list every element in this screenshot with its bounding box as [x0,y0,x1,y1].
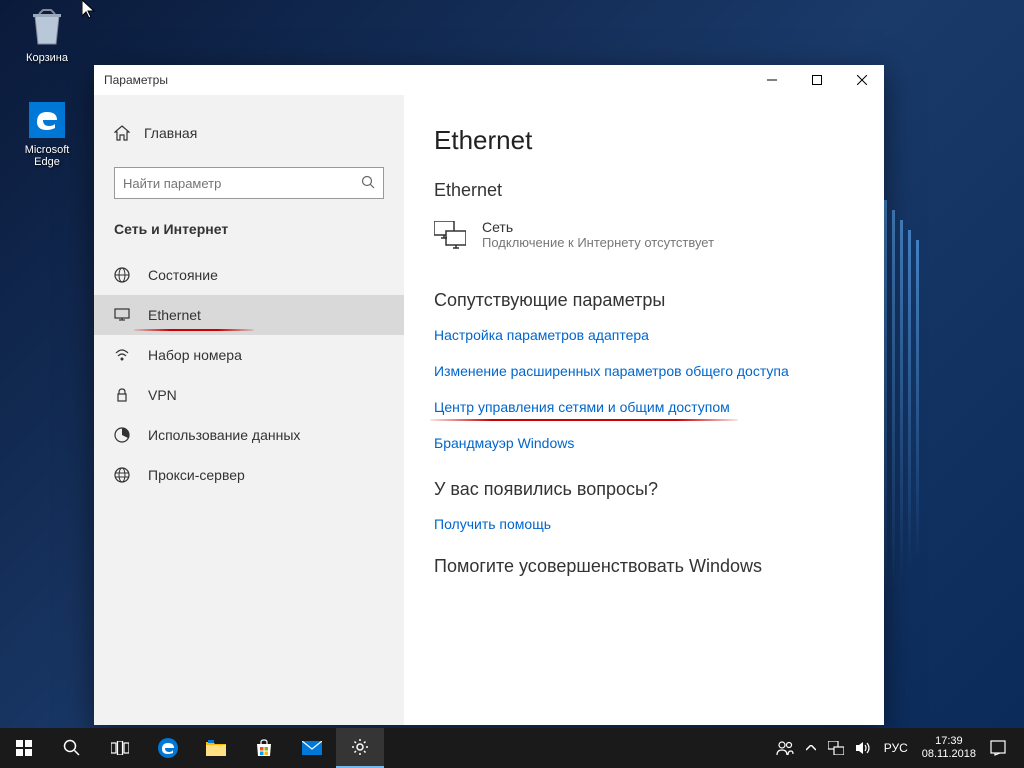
settings-window: Параметры Главная Сеть и Интернет [94,65,884,725]
date: 08.11.2018 [922,748,976,761]
taskbar-settings[interactable] [336,728,384,768]
network-name: Сеть [482,219,714,235]
proxy-icon [114,467,130,483]
sidebar-item-data-usage[interactable]: Использование данных [94,415,404,455]
annotation-underline [430,419,738,421]
tray-network-icon[interactable] [822,728,850,768]
taskbar-explorer[interactable] [192,728,240,768]
home-icon [114,125,130,141]
desktop-icon-edge[interactable]: Microsoft Edge [12,100,82,168]
wallpaper-light-beams [884,200,924,600]
related-params-title: Сопутствующие параметры [434,290,854,311]
maximize-button[interactable] [794,65,839,95]
link-adapter-settings[interactable]: Настройка параметров адаптера [434,327,649,343]
network-status: Подключение к Интернету отсутствует [482,235,714,250]
dialup-icon [114,347,130,363]
edge-icon [27,100,67,140]
window-title: Параметры [104,73,168,87]
sidebar-item-status[interactable]: Состояние [94,255,404,295]
sidebar-item-label: VPN [148,387,177,403]
sidebar-item-label: Набор номера [148,347,242,363]
improve-title: Помогите усовершенствовать Windows [434,556,854,577]
network-item[interactable]: Сеть Подключение к Интернету отсутствует [434,219,854,250]
time: 17:39 [922,735,976,748]
sidebar-item-dialup[interactable]: Набор номера [94,335,404,375]
home-label: Главная [144,125,197,141]
ethernet-icon [114,307,130,323]
taskbar: РУС 17:39 08.11.2018 [0,728,1024,768]
link-firewall[interactable]: Брандмауэр Windows [434,435,574,451]
notifications-icon[interactable] [984,728,1012,768]
close-button[interactable] [839,65,884,95]
home-link[interactable]: Главная [94,117,404,149]
window-body: Главная Сеть и Интернет Состояние Et [94,95,884,725]
desktop-icon-recycle-bin[interactable]: Корзина [12,8,82,64]
taskbar-mail[interactable] [288,728,336,768]
tray-volume-icon[interactable] [850,728,878,768]
language-indicator[interactable]: РУС [878,728,914,768]
search-input[interactable] [114,167,384,199]
link-label: Центр управления сетями и общим доступом [434,399,730,415]
desktop-icon-label: Корзина [12,52,82,64]
questions-title: У вас появились вопросы? [434,479,854,500]
sidebar: Главная Сеть и Интернет Состояние Et [94,95,404,725]
link-advanced-sharing[interactable]: Изменение расширенных параметров общего … [434,363,789,379]
content-area: Ethernet Ethernet Сеть Подключение к Инт… [404,95,884,725]
sidebar-item-vpn[interactable]: VPN [94,375,404,415]
search-button[interactable] [48,728,96,768]
data-usage-icon [114,427,130,443]
system-tray: РУС 17:39 08.11.2018 [770,728,1024,768]
search-field[interactable] [123,176,361,191]
section-title: Ethernet [434,180,854,201]
sidebar-item-label: Использование данных [148,427,300,443]
titlebar-controls [749,65,884,95]
annotation-underline [134,329,254,331]
sidebar-item-proxy[interactable]: Прокси-сервер [94,455,404,495]
people-icon[interactable] [770,728,800,768]
minimize-button[interactable] [749,65,794,95]
sidebar-item-ethernet[interactable]: Ethernet [94,295,404,335]
network-icon [434,221,466,249]
task-view-button[interactable] [96,728,144,768]
link-network-sharing-center[interactable]: Центр управления сетями и общим доступом [434,399,730,415]
vpn-icon [114,387,130,403]
titlebar[interactable]: Параметры [94,65,884,95]
tray-chevron-up-icon[interactable] [800,728,822,768]
sidebar-item-label: Состояние [148,267,218,283]
taskbar-edge[interactable] [144,728,192,768]
taskbar-store[interactable] [240,728,288,768]
page-title: Ethernet [434,125,854,156]
recycle-bin-icon [27,8,67,48]
sidebar-item-label: Ethernet [148,307,201,323]
network-info: Сеть Подключение к Интернету отсутствует [482,219,714,250]
link-get-help[interactable]: Получить помощь [434,516,551,532]
desktop-icon-label: Microsoft Edge [12,144,82,168]
category-title: Сеть и Интернет [94,221,404,237]
clock[interactable]: 17:39 08.11.2018 [914,735,984,761]
show-desktop-button[interactable] [1012,728,1024,768]
status-icon [114,267,130,283]
sidebar-item-label: Прокси-сервер [148,467,245,483]
cursor-icon [82,0,98,25]
search-icon [361,175,375,192]
start-button[interactable] [0,728,48,768]
